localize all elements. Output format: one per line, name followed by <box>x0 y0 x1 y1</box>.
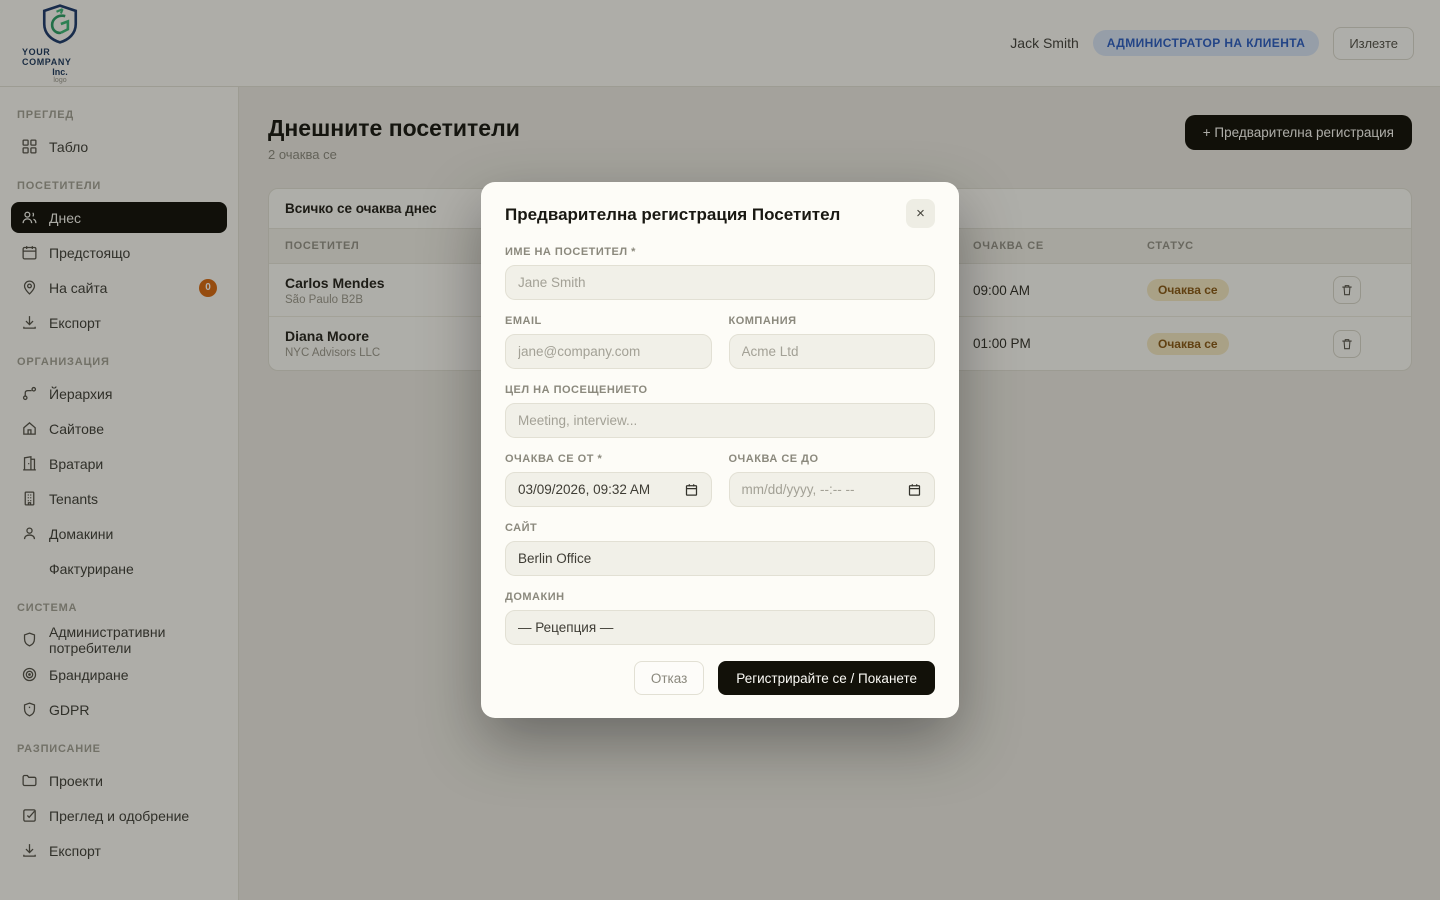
host-label: ДОМАКИН <box>505 591 935 603</box>
purpose-label: ЦЕЛ НА ПОСЕЩЕНИЕТО <box>505 384 935 396</box>
calendar-icon[interactable] <box>907 482 922 497</box>
visitor-name-label: ИМЕ НА ПОСЕТИТЕЛ * <box>505 246 935 258</box>
preregistration-modal: Предварителна регистрация Посетител × ИМ… <box>481 182 959 718</box>
expected-from-input[interactable]: 03/09/2026, 09:32 AM <box>505 472 712 507</box>
site-select[interactable]: Berlin Office <box>505 541 935 576</box>
expected-to-input[interactable]: mm/dd/yyyy, --:-- -- <box>729 472 936 507</box>
expected-from-label: ОЧАКВА СЕ ОТ * <box>505 453 712 465</box>
host-select[interactable]: — Рецепция — <box>505 610 935 645</box>
company-label: КОМПАНИЯ <box>729 315 936 327</box>
company-input[interactable] <box>729 334 936 369</box>
site-label: САЙТ <box>505 522 935 534</box>
email-input[interactable] <box>505 334 712 369</box>
calendar-icon[interactable] <box>684 482 699 497</box>
expected-to-label: ОЧАКВА СЕ ДО <box>729 453 936 465</box>
close-icon: × <box>916 206 925 221</box>
purpose-input[interactable] <box>505 403 935 438</box>
modal-title: Предварителна регистрация Посетител <box>505 199 840 225</box>
submit-button[interactable]: Регистрирайте се / Поканете <box>718 661 935 695</box>
email-label: EMAIL <box>505 315 712 327</box>
cancel-button[interactable]: Отказ <box>634 661 704 695</box>
close-button[interactable]: × <box>906 199 935 228</box>
visitor-name-input[interactable] <box>505 265 935 300</box>
